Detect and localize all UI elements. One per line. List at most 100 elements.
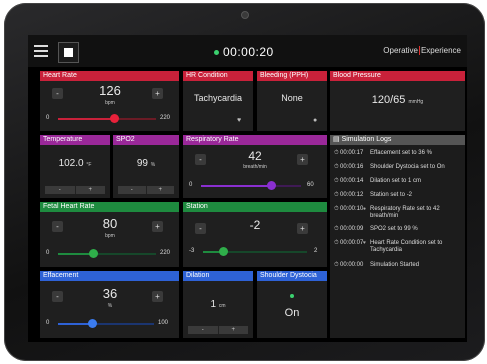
log-time: 00:00:17 [340, 150, 364, 156]
decrease-button[interactable]: - [195, 154, 206, 165]
stop-button[interactable] [58, 42, 79, 63]
panel-title: Heart Rate [40, 71, 179, 81]
logo-right: Experience [420, 46, 461, 55]
bleeding-value: None [281, 93, 303, 103]
slider-min: 0 [46, 250, 50, 256]
respiratory-rate-slider[interactable] [201, 181, 301, 190]
increase-button[interactable]: + [297, 223, 308, 234]
top-bar: 00:00:20 Operative Experience [28, 35, 467, 67]
increase-button[interactable]: + [76, 186, 106, 194]
decrease-button[interactable]: - [118, 186, 147, 194]
increase-button[interactable]: + [152, 221, 163, 232]
panel-title: Effacement [40, 271, 179, 281]
log-entry: ⏱00:00:14 Dilation set to 1 cm [334, 178, 465, 185]
blood-pressure-unit: mmHg [408, 99, 424, 105]
spo2-panel: SPO2 99 % - + [113, 135, 179, 198]
decrease-button[interactable]: - [45, 186, 76, 194]
dilation-value: 1 [210, 299, 217, 310]
effacement-slider[interactable] [58, 319, 154, 328]
spo2-stepper[interactable]: - + [118, 186, 174, 194]
fetal-heart-rate-slider[interactable] [58, 249, 156, 258]
log-entry: ⏱00:00:07 ♥ Heart Rate Condition set to T… [334, 240, 465, 253]
bleeding-panel[interactable]: Bleeding (PPH) None ● [257, 71, 327, 131]
camera-icon [241, 11, 249, 19]
slider-fill [201, 185, 271, 187]
increase-button[interactable]: + [152, 291, 163, 302]
spo2-value: 99 [136, 158, 148, 169]
log-message: SPO2 set to 99 % [370, 226, 418, 232]
slider-max: 220 [160, 250, 171, 256]
slider-max: 2 [314, 248, 318, 254]
slider-handle[interactable] [109, 114, 119, 123]
log-time: 00:00:09 [340, 226, 364, 232]
log-message: Shoulder Dystocia set to On [370, 164, 445, 170]
temperature-value: 102.0 [58, 158, 84, 169]
slider-handle[interactable] [219, 247, 229, 256]
shoulder-dystocia-panel[interactable]: Shoulder Dystocia On [257, 271, 327, 338]
log-entry: ⏱00:00:17 Effacement set to 36 % [334, 150, 465, 157]
log-entry: ⏱00:00:00 Simulation Started [334, 262, 465, 269]
decrease-button[interactable]: - [52, 291, 63, 302]
log-entry: ⏱00:00:12 Station set to -2 [334, 192, 465, 199]
respiratory-rate-panel: Respiratory Rate - 42 breath/min + 0 60 [183, 135, 327, 198]
slider-handle[interactable] [89, 249, 99, 258]
slider-max: 100 [158, 320, 169, 326]
app-screen: 00:00:20 Operative Experience Heart Rate … [28, 35, 467, 342]
temperature-reading: 102.0 °F [40, 158, 110, 169]
panel-title: Blood Pressure [330, 71, 465, 81]
menu-icon[interactable] [34, 45, 48, 57]
heart-icon: ♥ [363, 240, 366, 246]
logs-title-text: Simulation Logs [341, 136, 392, 143]
panel-title: SPO2 [113, 135, 179, 145]
decrease-button[interactable]: - [195, 223, 206, 234]
increase-button[interactable]: + [147, 186, 175, 194]
heart-rate-slider[interactable] [58, 114, 156, 123]
panel-title: Respiratory Rate [183, 135, 327, 145]
increase-button[interactable]: + [297, 154, 308, 165]
station-panel: Station - -2 + -3 2 [183, 202, 327, 267]
log-entry: ⏱00:00:16 Shoulder Dystocia set to On [334, 164, 465, 171]
log-time: 00:00:16 [340, 164, 364, 170]
slider-min: -3 [189, 248, 195, 254]
hr-condition-panel[interactable]: HR Condition Tachycardia ♥ [183, 71, 253, 131]
slider-handle[interactable] [88, 319, 98, 328]
blood-pressure-panel[interactable]: Blood Pressure 120/65 mmHg [330, 71, 465, 131]
station-slider[interactable] [203, 247, 307, 256]
temperature-stepper[interactable]: - + [45, 186, 105, 194]
increase-button[interactable]: + [152, 88, 163, 99]
heart-rate-unit: bpm [105, 100, 115, 106]
slider-max: 60 [307, 182, 314, 188]
log-message: Effacement set to 36 % [370, 150, 432, 156]
panel-title: Bleeding (PPH) [257, 71, 327, 81]
dilation-stepper[interactable]: - + [188, 326, 248, 334]
log-message: Respiratory Rate set to 42 breath/min [370, 206, 440, 219]
logo-left: Operative [383, 46, 418, 55]
dilation-panel: Dilation 1 cm - + [183, 271, 253, 338]
spo2-reading: 99 % [113, 158, 179, 169]
respiratory-rate-value: 42 [248, 149, 262, 163]
log-message: Station set to -2 [370, 192, 413, 198]
panel-title: Station [183, 202, 327, 212]
increase-button[interactable]: + [219, 326, 249, 334]
effacement-unit: % [107, 303, 113, 309]
decrease-button[interactable]: - [52, 88, 63, 99]
panel-title: Temperature [40, 135, 110, 145]
station-value: -2 [249, 218, 261, 232]
tablet-frame: 00:00:20 Operative Experience Heart Rate … [4, 3, 485, 361]
log-entry: ⏱00:00:09 SPO2 set to 99 % [334, 226, 465, 233]
temperature-panel: Temperature 102.0 °F - + [40, 135, 110, 198]
list-icon: ▤ [333, 136, 342, 143]
effacement-panel: Effacement - 36 % + 0 100 [40, 271, 179, 338]
heart-rate-panel: Heart Rate - 126 bpm + 0 220 [40, 71, 179, 131]
hr-condition-value: Tachycardia [193, 93, 243, 103]
drop-icon: ● [313, 117, 318, 124]
slider-handle[interactable] [266, 181, 276, 190]
blood-pressure-reading: 120/65 mmHg [330, 94, 465, 106]
timer-text: 00:00:20 [223, 45, 274, 59]
temperature-unit: °F [86, 162, 92, 168]
blood-pressure-value: 120/65 [371, 94, 406, 106]
slider-min: 0 [189, 182, 193, 188]
decrease-button[interactable]: - [52, 221, 63, 232]
effacement-value: 36 [102, 286, 118, 301]
decrease-button[interactable]: - [188, 326, 219, 334]
